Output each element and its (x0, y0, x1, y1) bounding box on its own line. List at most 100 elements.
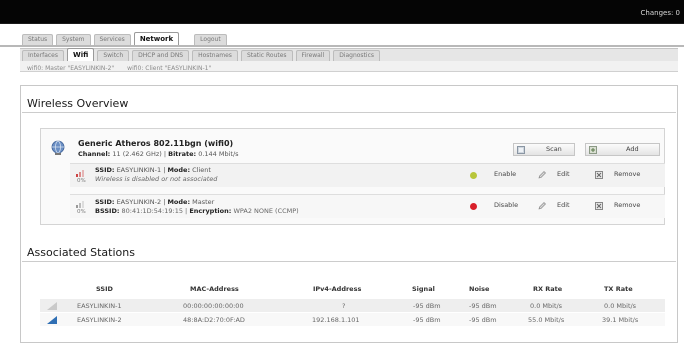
interface-status-text: Wireless is disabled or not associated (95, 175, 218, 183)
signal-none-icon (76, 201, 84, 208)
ssid-value: EASYLINKIN-2 (116, 198, 162, 206)
column-header-ssid: SSID (96, 285, 113, 293)
signal-percent: 0% (77, 178, 86, 184)
column-header-rx-rate: RX Rate (533, 285, 563, 293)
tab-network[interactable]: Network (133, 32, 180, 45)
mode-label: Mode: (167, 198, 191, 206)
remove-button[interactable]: Remove (592, 200, 660, 213)
edit-icon (538, 202, 546, 210)
remove-icon (595, 202, 603, 210)
tab-system[interactable]: System (56, 34, 91, 45)
bitrate-label: Bitrate: (168, 150, 197, 158)
add-icon (589, 146, 597, 154)
section-divider (22, 112, 676, 113)
tab-wifi-client[interactable]: wifi0: Client "EASYLINKIN-1" (122, 64, 216, 74)
column-header-tx-rate: TX Rate (604, 285, 633, 293)
cell-rx-rate: 55.0 Mbit/s (528, 316, 565, 324)
remove-label: Remove (614, 170, 641, 178)
tab-static-routes[interactable]: Static Routes (240, 50, 293, 61)
cell-mac: 00:00:00:00:00:00 (183, 302, 244, 310)
column-header-mac: MAC-Address (190, 285, 239, 293)
remove-icon (595, 171, 603, 179)
interface-ssid-line: SSID: EASYLINKIN-2 | Mode: Master (95, 198, 215, 206)
encryption-label: Encryption: (189, 207, 232, 215)
enable-status-icon (470, 172, 477, 179)
cell-tx-rate: 0.0 Mbit/s (604, 302, 637, 310)
tab-services[interactable]: Services (93, 34, 131, 45)
wireless-device-icon (51, 140, 65, 155)
tab-hostnames[interactable]: Hostnames (192, 50, 238, 61)
cell-noise: -95 dBm (469, 316, 497, 324)
main-tabs: Status System Services Network Logout (0, 32, 684, 47)
cell-signal: -95 dBm (413, 302, 441, 310)
cell-ssid: EASYLINKIN-1 (77, 302, 122, 310)
enable-label: Enable (494, 170, 517, 178)
ssid-label: SSID: (95, 166, 115, 174)
edit-label: Edit (557, 201, 570, 209)
cell-ipv4: 192.168.1.101 (312, 316, 360, 324)
tab-interfaces[interactable]: Interfaces (22, 50, 64, 61)
associated-stations-title: Associated Stations (27, 246, 135, 259)
table-row (40, 299, 665, 312)
wifi-tabs: wifi0: Master "EASYLINKIN-2" wifi0: Clie… (22, 62, 219, 74)
ssid-value: EASYLINKIN-1 (116, 166, 162, 174)
cell-tx-rate: 39.1 Mbit/s (602, 316, 639, 324)
encryption-value: WPA2 NONE (CCMP) (233, 207, 299, 215)
cell-rx-rate: 0.0 Mbit/s (530, 302, 563, 310)
disable-button[interactable]: Disable (480, 200, 524, 213)
cell-ssid: EASYLINKIN-2 (77, 316, 122, 324)
wireless-overview-title: Wireless Overview (27, 97, 129, 110)
main-tabs-divider (0, 45, 684, 47)
disable-status-icon (470, 203, 477, 210)
tab-dhcp-dns[interactable]: DHCP and DNS (132, 50, 190, 61)
signal-none-icon (76, 170, 84, 177)
station-signal-icon (47, 302, 57, 310)
cell-mac: 48:8A:D2:70:0F:AD (183, 316, 245, 324)
edit-button[interactable]: Edit (535, 200, 590, 213)
section-divider (22, 261, 676, 262)
cell-ipv4: ? (342, 302, 346, 310)
bssid-label: BSSID: (95, 207, 120, 215)
bssid-value: 80:41:1D:54:19:15 (121, 207, 183, 215)
enable-button[interactable]: Enable (480, 169, 524, 182)
tab-logout[interactable]: Logout (194, 34, 227, 45)
channel-label: Channel: (78, 150, 111, 158)
edit-button[interactable]: Edit (535, 169, 590, 182)
device-details: Channel: 11 (2.462 GHz) | Bitrate: 0.144… (78, 150, 239, 158)
tab-diagnostics[interactable]: Diagnostics (333, 50, 381, 61)
scan-icon (517, 146, 525, 154)
interface-ssid-line: SSID: EASYLINKIN-1 | Mode: Client (95, 166, 211, 174)
tab-status[interactable]: Status (22, 34, 54, 45)
mode-value: Client (192, 166, 211, 174)
cell-noise: -95 dBm (469, 302, 497, 310)
device-name: Generic Atheros 802.11bgn (wifi0) (78, 139, 234, 148)
mode-value: Master (192, 198, 215, 206)
sub-tabs: Interfaces Wifi Switch DHCP and DNS Host… (22, 48, 383, 61)
mode-label: Mode: (167, 166, 191, 174)
remove-label: Remove (614, 201, 641, 209)
remove-button[interactable]: Remove (592, 169, 660, 182)
ssid-label: SSID: (95, 198, 115, 206)
changes-counter[interactable]: Changes: 0 (641, 9, 680, 17)
column-header-noise: Noise (469, 285, 490, 293)
channel-value: 11 (2.462 GHz) (112, 150, 162, 158)
tab-wifi-master[interactable]: wifi0: Master "EASYLINKIN-2" (22, 64, 119, 74)
cell-signal: -95 dBm (413, 316, 441, 324)
column-header-signal: Signal (412, 285, 435, 293)
add-label: Add (626, 145, 639, 153)
tab-firewall[interactable]: Firewall (295, 50, 331, 61)
signal-percent: 0% (77, 209, 86, 215)
scan-button[interactable]: Scan (513, 143, 575, 156)
top-bar: Changes: 0 (0, 0, 684, 24)
tab-wifi[interactable]: Wifi (67, 48, 95, 61)
scan-label: Scan (546, 145, 562, 153)
interface-bssid-line: BSSID: 80:41:1D:54:19:15 | Encryption: W… (95, 207, 299, 215)
bitrate-value: 0.144 Mbit/s (198, 150, 239, 158)
interface-status-line: Wireless is disabled or not associated (95, 175, 217, 183)
edit-label: Edit (557, 170, 570, 178)
add-button[interactable]: Add (585, 143, 660, 156)
edit-icon (538, 171, 546, 179)
tab-switch[interactable]: Switch (97, 50, 130, 61)
column-header-ipv4: IPv4-Address (313, 285, 362, 293)
disable-label: Disable (494, 201, 519, 209)
